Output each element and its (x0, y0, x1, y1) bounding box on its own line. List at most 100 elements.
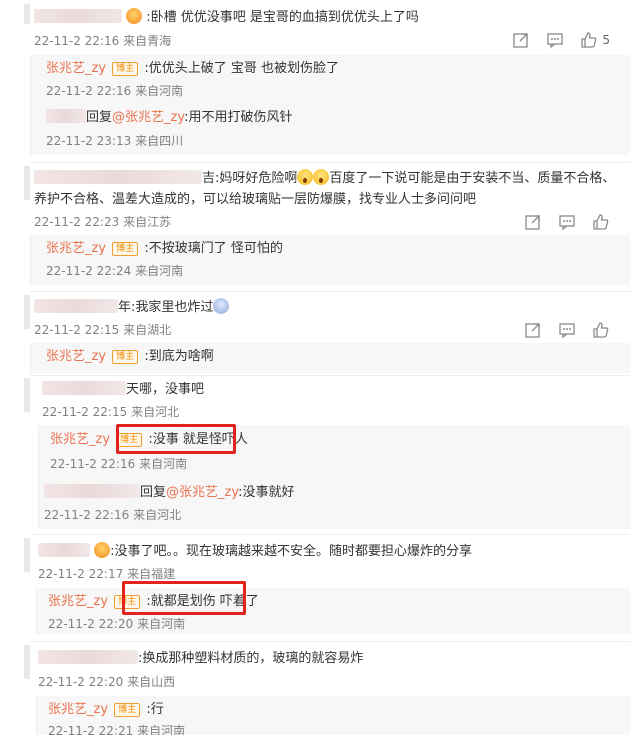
blurred-username[interactable] (34, 170, 202, 184)
like-icon[interactable] (592, 321, 610, 339)
timestamp: 22-11-2 23:13 (46, 134, 132, 148)
username-tail[interactable]: 吉 (202, 171, 215, 186)
blurred-username[interactable] (38, 543, 90, 557)
red-highlight-box (116, 424, 236, 454)
share-icon[interactable] (524, 213, 542, 231)
location: 来自山西 (127, 675, 176, 689)
reply-4-2: 回复@张兆艺_zy:没事就好 (44, 484, 294, 502)
comment-3-actions (524, 321, 610, 339)
like-icon[interactable] (580, 31, 598, 49)
divider (30, 291, 630, 292)
reply-prefix: 回复 (86, 110, 113, 125)
reply-4-2-meta: 22-11-2 22:16 来自河北 (44, 507, 181, 523)
timestamp: 22-11-2 22:15 (34, 323, 120, 337)
comment-icon[interactable] (558, 321, 576, 339)
red-highlight-box (122, 581, 246, 615)
comment-5-meta: 22-11-2 22:17 来自福建 (38, 566, 175, 582)
timestamp: 22-11-2 22:16 (46, 84, 132, 98)
comment-text: :没事了吧。。现在玻璃越来越不安全。随时都要担心爆炸的分享 (110, 544, 473, 559)
reply-1-2-meta: 22-11-2 23:13 来自四川 (46, 133, 183, 149)
reply-6-1-meta: 22-11-2 22:21 来自河南 (48, 723, 185, 735)
divider (30, 534, 630, 535)
reply-username[interactable]: 张兆艺_zy (48, 594, 108, 609)
reply-username[interactable]: 张兆艺_zy (48, 702, 108, 717)
like-button[interactable]: 5 (580, 31, 610, 49)
comment-icon[interactable] (546, 31, 564, 49)
avatar[interactable] (24, 295, 30, 329)
blurred-username[interactable] (38, 650, 138, 664)
timestamp: 22-11-2 22:23 (34, 215, 120, 229)
comment-icon[interactable] (558, 213, 576, 231)
comment-5-body: :没事了吧。。现在玻璃越来越不安全。随时都要担心爆炸的分享 (38, 542, 472, 561)
reply-username[interactable]: 张兆艺_zy (46, 241, 106, 256)
share-icon[interactable] (524, 321, 542, 339)
angry-face-emoji-icon (94, 542, 111, 558)
reply-5-1-meta: 22-11-2 22:20 来自河南 (48, 616, 185, 632)
location: 来自四川 (135, 134, 184, 148)
comment-1-meta: 22-11-2 22:16 来自青海 (34, 33, 171, 49)
blurred-username[interactable] (42, 381, 126, 395)
reply-1-1: 张兆艺_zy 博主 :优优头上破了 宝哥 也被划伤脸了 (46, 60, 339, 78)
comment-text: :妈呀好危险啊 (215, 171, 298, 186)
reply-1-1-meta: 22-11-2 22:16 来自河南 (46, 83, 183, 99)
comment-3-body: 年:我家里也炸过 (34, 298, 230, 317)
location: 来自福建 (127, 567, 176, 581)
blurred-username[interactable] (34, 299, 118, 313)
author-badge: 博主 (112, 350, 139, 364)
comment-6-meta: 22-11-2 22:20 来自山西 (38, 674, 175, 690)
comment-2-body-cont: 养护不合格、温差大造成的，可以给玻璃贴一层防爆膜，找专业人士多问问吧 (34, 191, 476, 209)
timestamp: 22-11-2 22:21 (48, 724, 134, 735)
avatar[interactable] (24, 166, 30, 200)
comment-1-body: :卧槽 优优没事吧 是宝哥的血搞到优优头上了吗 (34, 8, 419, 27)
shocked-face-emoji-icon (297, 169, 314, 185)
reply-1-2: 回复@张兆艺_zy:用不用打破伤风针 (46, 109, 292, 127)
location: 来自青海 (123, 34, 172, 48)
divider (30, 375, 630, 376)
mention-link[interactable]: @张兆艺_zy (166, 485, 238, 500)
location: 来自河南 (139, 457, 188, 471)
author-badge: 博主 (112, 242, 139, 256)
avatar[interactable] (24, 378, 30, 412)
location: 来自河北 (133, 508, 182, 522)
reply-username[interactable]: 张兆艺_zy (46, 61, 106, 76)
crying-face-emoji-icon (213, 298, 230, 314)
comment-text: :卧槽 优优没事吧 是宝哥的血搞到优优头上了吗 (146, 10, 419, 25)
avatar[interactable] (24, 4, 30, 24)
timestamp: 22-11-2 22:20 (38, 675, 124, 689)
blurred-username[interactable] (34, 9, 122, 23)
comment-text: :我家里也炸过 (131, 300, 214, 315)
timestamp: 22-11-2 22:20 (48, 617, 134, 631)
avatar[interactable] (24, 645, 30, 679)
comment-text: 百度了一下说可能是由于安装不当、质量不合格、 (329, 171, 616, 186)
share-icon[interactable] (512, 31, 530, 49)
comment-2-meta: 22-11-2 22:23 来自江苏 (34, 214, 171, 230)
comment-4-meta: 22-11-2 22:15 来自河北 (42, 404, 179, 420)
location: 来自河南 (137, 617, 186, 631)
blurred-username[interactable] (46, 109, 86, 123)
timestamp: 22-11-2 22:15 (42, 405, 128, 419)
like-icon[interactable] (592, 213, 610, 231)
username-tail[interactable]: 年 (118, 300, 131, 315)
timestamp: 22-11-2 22:16 (44, 508, 130, 522)
location: 来自河南 (135, 84, 184, 98)
comment-text: 天哪，没事吧 (126, 382, 205, 397)
comment-6-body: :换成那种塑料材质的，玻璃的就容易炸 (38, 650, 363, 668)
blurred-username[interactable] (44, 484, 140, 498)
avatar[interactable] (24, 538, 30, 572)
location: 来自江苏 (123, 215, 172, 229)
comment-2-actions (524, 213, 610, 231)
reply-text: :行 (146, 702, 164, 717)
comment-1-actions: 5 (512, 31, 610, 49)
comment-text: :换成那种塑料材质的，玻璃的就容易炸 (138, 651, 364, 666)
author-badge: 博主 (112, 62, 139, 76)
mention-link[interactable]: @张兆艺_zy (112, 110, 184, 125)
angry-face-emoji-icon (126, 8, 143, 24)
reply-username[interactable]: 张兆艺_zy (50, 432, 110, 447)
location: 来自河南 (137, 724, 186, 735)
divider (30, 162, 630, 163)
reply-text: :优优头上破了 宝哥 也被划伤脸了 (144, 61, 339, 76)
reply-text: :没事就好 (238, 485, 295, 500)
reply-username[interactable]: 张兆艺_zy (46, 349, 106, 364)
timestamp: 22-11-2 22:16 (34, 34, 120, 48)
reply-2-1: 张兆艺_zy 博主 :不按玻璃门了 怪可怕的 (46, 240, 283, 258)
